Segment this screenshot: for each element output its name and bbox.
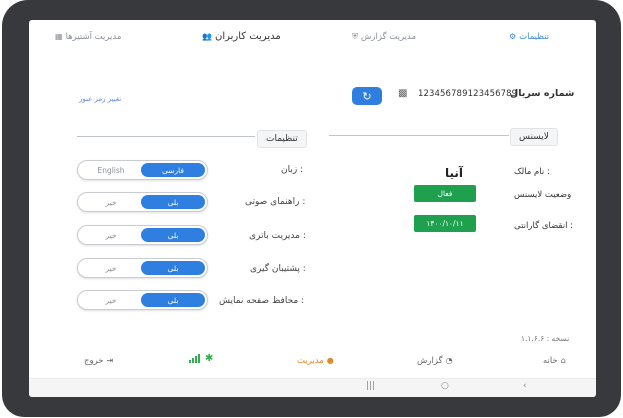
serial-label: شماره سریال bbox=[510, 88, 575, 99]
tab-user-management[interactable]: 👥 مدیریت کاربران bbox=[202, 31, 281, 42]
tab-unit-management-label: مدیریت آشتیرها bbox=[65, 32, 122, 42]
language-option-english[interactable]: English bbox=[80, 163, 142, 177]
nav-exit-label: خروج bbox=[84, 356, 104, 366]
license-section-title: لایسنس bbox=[510, 128, 558, 146]
warranty-label: انقضای گارانتی : bbox=[514, 221, 574, 231]
language-toggle[interactable]: English فارسی bbox=[77, 160, 208, 180]
change-password-link[interactable]: تغییر رمز عبور bbox=[79, 95, 121, 103]
screensaver-no[interactable]: خیر bbox=[80, 293, 142, 307]
qr-code-icon[interactable]: ▩ bbox=[398, 88, 407, 99]
tab-unit-management[interactable]: ▦ مدیریت آشتیرها bbox=[55, 32, 121, 42]
signal-strength-icon bbox=[189, 354, 200, 363]
gear-icon: ⚙ bbox=[509, 32, 517, 41]
settings-divider bbox=[77, 136, 255, 137]
language-option-farsi[interactable]: فارسی bbox=[141, 163, 205, 177]
refresh-button[interactable]: ↻ bbox=[352, 87, 382, 105]
nav-home-label: خانه bbox=[543, 356, 558, 366]
backup-toggle[interactable]: خیر بلی bbox=[77, 258, 208, 278]
voice-guide-toggle[interactable]: خیر بلی bbox=[77, 192, 208, 212]
voice-guide-label: راهنمای صوتی : bbox=[245, 197, 306, 207]
nav-exit[interactable]: خروج ⇥ bbox=[84, 356, 113, 366]
owner-value: آنیا bbox=[445, 166, 464, 180]
screensaver-toggle[interactable]: خیر بلی bbox=[77, 290, 208, 310]
shield-icon: ⛨ bbox=[352, 32, 358, 41]
nav-report-label: گزارش bbox=[417, 356, 443, 366]
tablet-frame: ⚙ تنظیمات ⛨ مدیریت گزارش 👥 مدیریت کاربرا… bbox=[2, 0, 621, 417]
user-icon: ● bbox=[326, 356, 334, 365]
report-icon: ◔ bbox=[445, 356, 453, 365]
battery-management-no[interactable]: خیر bbox=[80, 228, 142, 242]
refresh-icon: ↻ bbox=[362, 89, 372, 103]
exit-icon: ⇥ bbox=[106, 356, 114, 365]
voice-guide-yes[interactable]: بلی bbox=[141, 195, 205, 209]
warranty-badge: ۱۴۰۰/۱۰/۱۱ bbox=[414, 215, 476, 232]
home-system-icon[interactable]: ○ bbox=[441, 381, 449, 391]
recent-apps-icon[interactable]: ||| bbox=[366, 381, 375, 391]
battery-management-yes[interactable]: بلی bbox=[141, 228, 205, 242]
back-icon[interactable]: ‹ bbox=[523, 381, 527, 391]
top-navigation: ⚙ تنظیمات ⛨ مدیریت گزارش 👥 مدیریت کاربرا… bbox=[29, 20, 596, 56]
serial-value: 123456789123456789 bbox=[418, 89, 518, 99]
nav-manage-label: مدیریت bbox=[297, 356, 324, 366]
bluetooth-icon: ✱ bbox=[205, 353, 214, 364]
users-icon: 👥 bbox=[202, 31, 212, 41]
nav-report[interactable]: گزارش ◔ bbox=[417, 356, 453, 366]
tab-user-management-label: مدیریت کاربران bbox=[214, 31, 281, 42]
app-version: نسخه : ۱.۱.۶.۶ bbox=[521, 334, 570, 343]
battery-management-label: مدیریت باتری : bbox=[249, 231, 306, 241]
building-icon: ▦ bbox=[55, 32, 63, 41]
screensaver-yes[interactable]: بلی bbox=[141, 293, 205, 307]
home-icon: ⌂ bbox=[560, 356, 566, 365]
language-label: زبان : bbox=[281, 165, 304, 175]
tab-settings[interactable]: ⚙ تنظیمات bbox=[509, 32, 549, 42]
system-navigation-bar: ||| ○ ‹ bbox=[29, 378, 596, 397]
app-screen: ⚙ تنظیمات ⛨ مدیریت گزارش 👥 مدیریت کاربرا… bbox=[29, 20, 596, 397]
nav-manage[interactable]: مدیریت ● bbox=[297, 356, 334, 366]
tab-settings-label: تنظیمات bbox=[519, 32, 550, 42]
license-status-label: وضعیت لایسنس bbox=[514, 190, 572, 200]
voice-guide-no[interactable]: خیر bbox=[80, 195, 142, 209]
tab-report-management-label: مدیریت گزارش bbox=[361, 32, 417, 42]
owner-label: نام مالک : bbox=[514, 167, 550, 177]
tab-report-management[interactable]: ⛨ مدیریت گزارش bbox=[352, 32, 416, 42]
backup-no[interactable]: خیر bbox=[80, 261, 142, 275]
screensaver-label: محافظ صفحه نمایش : bbox=[219, 296, 305, 306]
nav-home[interactable]: خانه ⌂ bbox=[543, 356, 566, 366]
license-status-badge: فعال bbox=[414, 185, 476, 202]
backup-yes[interactable]: بلی bbox=[141, 261, 205, 275]
backup-label: پشتیبان گیری : bbox=[250, 264, 306, 274]
license-divider bbox=[329, 135, 509, 136]
settings-section-title: تنظیمات bbox=[257, 130, 307, 148]
battery-management-toggle[interactable]: خیر بلی bbox=[77, 225, 208, 245]
